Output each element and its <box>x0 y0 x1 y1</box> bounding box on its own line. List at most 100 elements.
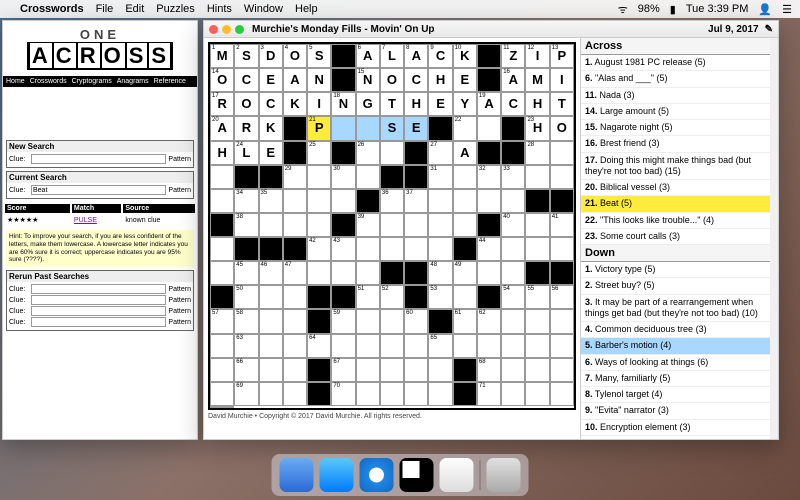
grid-cell[interactable] <box>501 309 525 333</box>
scrollbar[interactable] <box>770 38 778 439</box>
clue-list[interactable]: Across 1. August 1981 PC release (5)6. "… <box>580 38 770 439</box>
grid-cell[interactable] <box>259 285 283 309</box>
grid-cell[interactable]: 18N <box>331 92 355 116</box>
grid-cell[interactable] <box>356 309 380 333</box>
grid-cell[interactable] <box>356 358 380 382</box>
grid-cell[interactable] <box>331 334 355 358</box>
grid-cell[interactable] <box>428 213 452 237</box>
grid-cell[interactable] <box>356 165 380 189</box>
clue-item[interactable]: 17. Doing this might make things bad (bu… <box>581 153 770 181</box>
grid-cell[interactable]: 21P <box>307 116 331 140</box>
grid-cell[interactable]: 70 <box>331 382 355 406</box>
grid-cell[interactable]: 57 <box>210 309 234 333</box>
grid-cell[interactable] <box>525 309 549 333</box>
grid-cell[interactable] <box>380 141 404 165</box>
grid-cell[interactable] <box>550 358 574 382</box>
grid-cell[interactable] <box>477 334 501 358</box>
grid-cell[interactable]: 9C <box>428 44 452 68</box>
grid-cell[interactable] <box>501 237 525 261</box>
clue-item[interactable]: 10. Encryption element (3) <box>581 420 770 436</box>
clue-item[interactable]: 4. Common deciduous tree (3) <box>581 322 770 338</box>
grid-cell[interactable] <box>356 116 380 140</box>
grid-cell[interactable]: K <box>283 92 307 116</box>
grid-cell[interactable]: A <box>283 68 307 92</box>
grid-cell[interactable] <box>501 334 525 358</box>
clue-item[interactable]: 2. Street buy? (5) <box>581 278 770 294</box>
grid-cell[interactable]: H <box>404 92 428 116</box>
grid-cell[interactable] <box>331 261 355 285</box>
grid-cell[interactable]: E <box>453 68 477 92</box>
nav-reference[interactable]: Reference <box>154 78 186 85</box>
grid-cell[interactable] <box>210 237 234 261</box>
grid-cell[interactable]: 26 <box>356 141 380 165</box>
grid-cell[interactable]: 54 <box>501 285 525 309</box>
app-name[interactable]: Crosswords <box>20 3 84 15</box>
grid-cell[interactable]: E <box>428 92 452 116</box>
grid-cell[interactable] <box>307 189 331 213</box>
grid-cell[interactable] <box>404 213 428 237</box>
grid-cell[interactable]: 13P <box>550 44 574 68</box>
grid-cell[interactable]: K <box>259 116 283 140</box>
grid-cell[interactable] <box>525 334 549 358</box>
clue-item[interactable]: 9. "Evita" narrator (3) <box>581 403 770 419</box>
grid-cell[interactable]: E <box>259 68 283 92</box>
clue-item[interactable]: 11. "Between Two Ferns" host Galifianaki… <box>581 436 770 439</box>
grid-cell[interactable]: 65 <box>428 334 452 358</box>
new-clue-input[interactable] <box>31 154 166 164</box>
close-icon[interactable] <box>209 25 218 34</box>
nav-cryptograms[interactable]: Cryptograms <box>72 78 112 85</box>
grid-cell[interactable] <box>428 237 452 261</box>
rerun-input-1[interactable] <box>31 284 166 294</box>
grid-cell[interactable] <box>550 382 574 406</box>
grid-cell[interactable] <box>501 382 525 406</box>
grid-cell[interactable]: 12I <box>525 44 549 68</box>
grid-cell[interactable]: 50 <box>234 285 258 309</box>
grid-cell[interactable]: 30 <box>331 165 355 189</box>
grid-cell[interactable]: E <box>259 141 283 165</box>
grid-cell[interactable] <box>331 189 355 213</box>
grid-cell[interactable] <box>404 334 428 358</box>
grid-cell[interactable]: 35 <box>259 189 283 213</box>
grid-cell[interactable]: 69 <box>234 382 258 406</box>
grid-cell[interactable] <box>307 165 331 189</box>
clue-item[interactable]: 5. Barber's motion (4) <box>581 338 770 354</box>
grid-cell[interactable]: 51 <box>356 285 380 309</box>
grid-cell[interactable]: 24L <box>234 141 258 165</box>
finder-icon[interactable] <box>280 458 314 492</box>
current-clue-input[interactable] <box>31 185 166 195</box>
grid-cell[interactable]: 39 <box>356 213 380 237</box>
menu-help[interactable]: Help <box>295 3 318 15</box>
grid-cell[interactable] <box>477 189 501 213</box>
grid-cell[interactable] <box>380 213 404 237</box>
grid-cell[interactable]: T <box>380 92 404 116</box>
grid-cell[interactable] <box>380 309 404 333</box>
grid-cell[interactable] <box>525 237 549 261</box>
clue-item[interactable]: 16. Brest friend (3) <box>581 136 770 152</box>
grid-cell[interactable]: 17R <box>210 92 234 116</box>
grid-cell[interactable]: 31 <box>428 165 452 189</box>
result-answer[interactable]: PULSE <box>72 215 121 225</box>
grid-cell[interactable] <box>550 309 574 333</box>
nav-crosswords[interactable]: Crosswords <box>30 78 67 85</box>
grid-cell[interactable]: H <box>428 68 452 92</box>
grid-cell[interactable] <box>428 382 452 406</box>
grid-cell[interactable]: 25 <box>307 141 331 165</box>
clue-item[interactable]: 23. Some court calls (3) <box>581 229 770 245</box>
grid-cell[interactable]: 43 <box>331 237 355 261</box>
grid-cell[interactable]: S <box>380 116 404 140</box>
clue-item[interactable]: 6. "Alas and ___" (5) <box>581 71 770 87</box>
grid-cell[interactable] <box>356 237 380 261</box>
minimize-icon[interactable] <box>222 25 231 34</box>
grid-cell[interactable]: 44 <box>477 237 501 261</box>
grid-cell[interactable] <box>210 382 234 406</box>
grid-cell[interactable]: 62 <box>477 309 501 333</box>
menu-window[interactable]: Window <box>244 3 283 15</box>
grid-cell[interactable]: 58 <box>234 309 258 333</box>
grid-cell[interactable]: 4O <box>283 44 307 68</box>
grid-cell[interactable]: 68 <box>477 358 501 382</box>
grid-cell[interactable] <box>525 358 549 382</box>
grid-cell[interactable]: G <box>356 92 380 116</box>
clue-item[interactable]: 21. Beat (5) <box>581 196 770 212</box>
grid-cell[interactable] <box>404 382 428 406</box>
trash-icon[interactable] <box>487 458 521 492</box>
